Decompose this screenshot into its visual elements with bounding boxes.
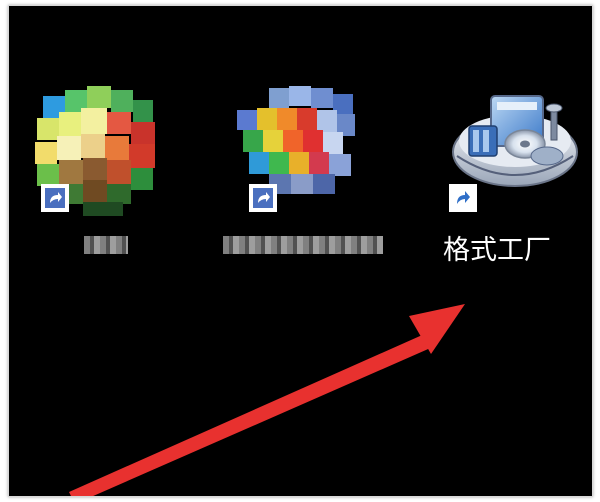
arrow-shaft: [69, 332, 435, 496]
desktop-area: 格式工厂: [8, 5, 593, 497]
red-arrow-annotation: [69, 304, 465, 496]
